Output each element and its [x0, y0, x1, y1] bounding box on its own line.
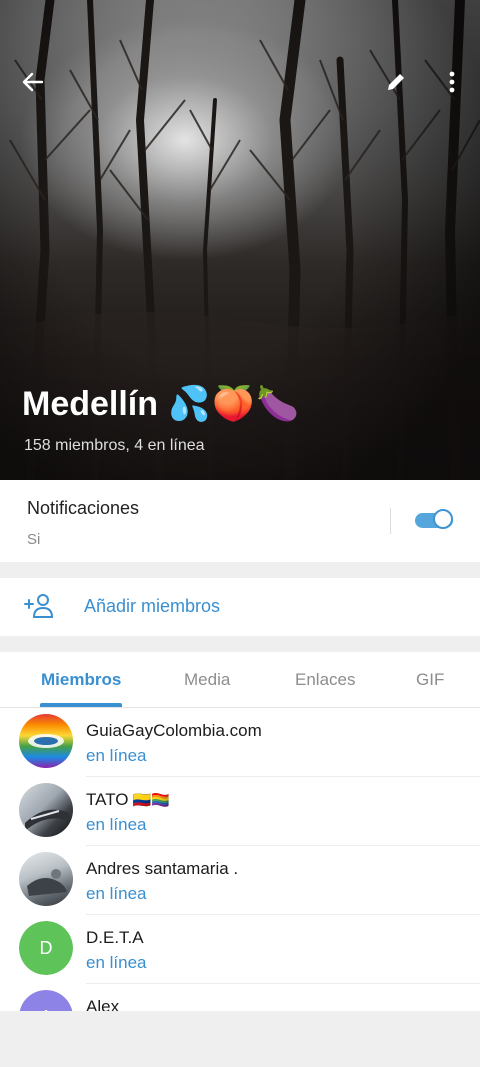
rainbow-logo-icon [28, 734, 64, 748]
member-name: Andres santamaria . [86, 859, 239, 878]
tab-media[interactable]: Media [184, 670, 230, 690]
notifications-value: Si [27, 531, 41, 548]
avatar: A [19, 990, 73, 1011]
notifications-toggle[interactable] [415, 509, 455, 531]
group-emojis: 💦 🍑 🍆 [168, 384, 299, 424]
tab-gif[interactable]: GIF [416, 670, 444, 690]
back-button[interactable] [13, 62, 53, 102]
group-title: Medellín 💦 🍑 🍆 [22, 384, 299, 424]
notifications-divider [390, 508, 391, 534]
member-count: 158 miembros, 4 en línea [24, 437, 205, 454]
member-status: en línea [86, 746, 147, 765]
notifications-label: Notificaciones [27, 498, 140, 518]
member-row[interactable]: Andres santamaria . en línea [0, 846, 480, 915]
group-name: Medellín [22, 384, 159, 423]
avatar [19, 852, 73, 906]
eggplant-emoji: 🍆 [256, 385, 300, 423]
arrow-back-icon [22, 72, 44, 92]
avatar-initial: A [19, 990, 73, 1011]
tab-enlaces[interactable]: Enlaces [295, 670, 355, 690]
avatar: D [19, 921, 73, 975]
water-drops-emoji: 💦 [168, 385, 211, 423]
avatar-initial: D [19, 921, 73, 975]
member-row[interactable]: A Alex [0, 984, 480, 1011]
more-vert-icon [449, 71, 455, 93]
tab-miembros[interactable]: Miembros [41, 670, 121, 690]
media-tabs: Miembros Media Enlaces GIF [0, 652, 480, 708]
more-options-button[interactable] [432, 62, 472, 102]
member-status: en línea [86, 884, 147, 903]
add-members-label: Añadir miembros [84, 596, 221, 616]
peach-emoji: 🍑 [212, 385, 255, 423]
notifications-row[interactable]: Notificaciones Si [0, 480, 480, 562]
member-name: TATO 🇨🇴🏳️‍🌈 [86, 790, 170, 809]
member-row[interactable]: TATO 🇨🇴🏳️‍🌈 en línea [0, 777, 480, 846]
avatar-photo [25, 809, 69, 831]
avatar-photo [27, 869, 67, 896]
pencil-icon [388, 74, 404, 90]
member-name: Alex [86, 997, 120, 1011]
member-name: D.E.T.A [86, 928, 144, 947]
member-list: GuiaGayColombia.com en línea TATO 🇨🇴🏳️‍🌈… [0, 708, 480, 1011]
flag-emojis: 🇨🇴🏳️‍🌈 [132, 792, 170, 809]
toggle-knob [433, 509, 453, 529]
member-name: GuiaGayColombia.com [86, 721, 262, 740]
avatar [19, 783, 73, 837]
add-user-icon [24, 594, 54, 618]
avatar [19, 714, 73, 768]
active-tab-indicator [40, 703, 122, 707]
member-row[interactable]: D D.E.T.A en línea [0, 915, 480, 984]
member-status: en línea [86, 953, 147, 972]
edit-button[interactable] [376, 62, 416, 102]
add-members-row[interactable]: Añadir miembros [0, 578, 480, 636]
member-status: en línea [86, 815, 147, 834]
member-row[interactable]: GuiaGayColombia.com en línea [0, 708, 480, 777]
